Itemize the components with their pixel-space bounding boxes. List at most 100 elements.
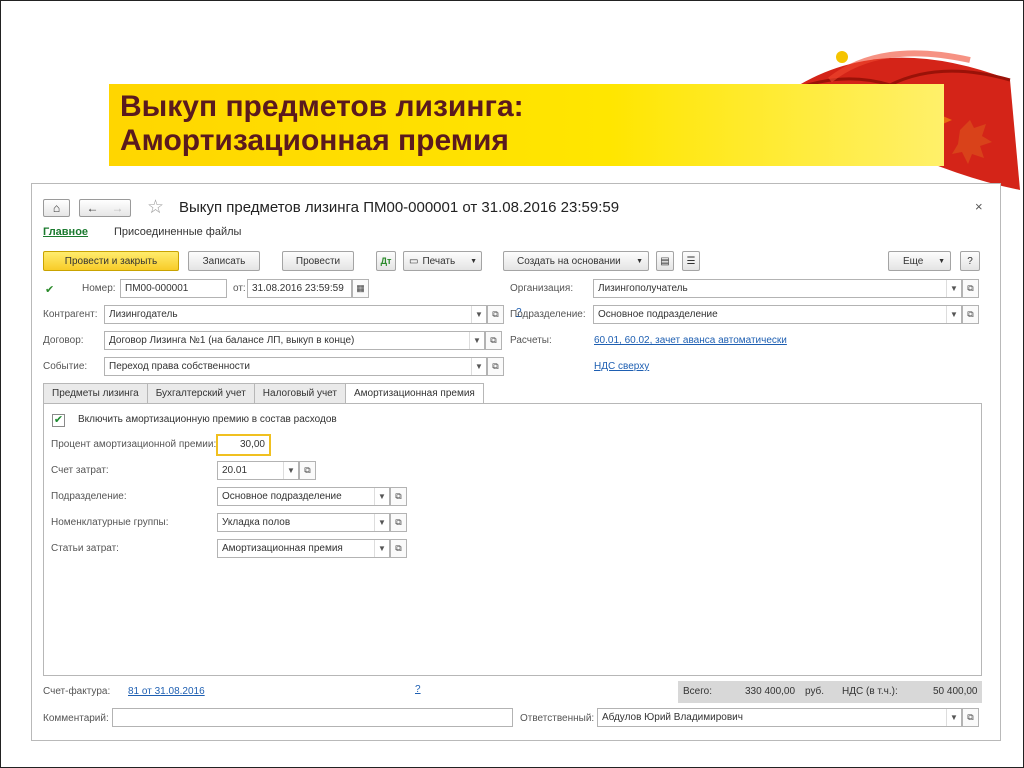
chevron-down-icon: ▼ [636,257,643,265]
counterparty-field[interactable]: Лизингодатель ▼ [104,305,487,324]
include-bonus-label: Включить амортизационную премию в состав… [78,414,337,425]
include-bonus-checkbox[interactable]: ✔ [52,414,65,427]
open-link-icon[interactable]: ⧉ [390,513,407,532]
vat-value: 50 400,00 [933,686,978,697]
print-button[interactable]: ▭ Печать ▼ [403,251,482,271]
home-button[interactable]: ⌂ [43,199,70,217]
chevron-down-icon: ▼ [470,257,477,265]
organization-value: Лизингополучатель [598,283,688,294]
event-field[interactable]: Переход права собственности ▼ [104,357,487,376]
chevron-down-icon[interactable]: ▼ [374,540,389,557]
more-label: Еще [903,255,924,267]
chevron-down-icon[interactable]: ▼ [946,280,961,297]
invoice-link[interactable]: 81 от 31.08.2016 [128,686,205,697]
chevron-down-icon[interactable]: ▼ [946,306,961,323]
open-link-icon[interactable]: ⧉ [962,305,979,324]
percent-field[interactable]: 30,00 [216,434,271,456]
total-value: 330 400,00 [745,686,796,697]
dt-kt-icon[interactable]: Дт [376,251,396,271]
department-label: Подразделение: [510,309,586,320]
date-label: от: [233,283,246,294]
department-field[interactable]: Основное подразделение ▼ [593,305,962,324]
contract-field[interactable]: Договор Лизинга №1 (на балансе ЛП, выкуп… [104,331,485,350]
help-button[interactable]: ? [960,251,980,271]
tab-accounting[interactable]: Бухгалтерский учет [146,383,255,403]
chevron-down-icon[interactable]: ▼ [469,332,484,349]
chevron-down-icon[interactable]: ▼ [946,709,961,726]
open-link-icon[interactable]: ⧉ [485,331,502,350]
chevron-down-icon[interactable]: ▼ [283,462,298,479]
nomenclature-label: Номенклатурные группы: [51,517,169,528]
date-field[interactable]: 31.08.2016 23:59:59 [247,279,352,298]
chevron-down-icon[interactable]: ▼ [374,488,389,505]
home-icon: ⌂ [52,201,61,215]
cost-items-field[interactable]: Амортизационная премия ▼ [217,539,390,558]
chevron-down-icon[interactable]: ▼ [471,358,486,375]
chevron-down-icon[interactable]: ▼ [471,306,486,323]
link-attached-files[interactable]: Присоединенные файлы [114,226,241,238]
expense-account-value: 20.01 [222,465,248,476]
organization-field[interactable]: Лизингополучатель ▼ [593,279,962,298]
post-and-close-button[interactable]: Провести и закрыть [43,251,179,271]
save-button[interactable]: Записать [188,251,260,271]
link-main[interactable]: Главное [43,226,88,238]
slide-title-line2: Амортизационная премия [120,124,509,157]
contract-label: Договор: [43,335,84,346]
create-based-on-button[interactable]: Создать на основании ▼ [503,251,649,271]
settlements-link[interactable]: 60.01, 60.02, зачет аванса автоматически [594,335,787,346]
number-label: Номер: [82,283,116,294]
chevron-down-icon[interactable]: ▼ [374,514,389,531]
open-link-icon[interactable]: ⧉ [390,487,407,506]
nav-back-forward[interactable]: ← → [79,199,131,217]
list-icon[interactable]: ☰ [682,251,700,271]
open-link-icon[interactable]: ⧉ [487,305,504,324]
event-value: Переход права собственности [109,361,250,372]
back-arrow-icon[interactable]: ← [87,201,99,215]
slide-title-line1: Выкуп предметов лизинга: [120,90,524,123]
calendar-icon[interactable]: ▦ [352,279,369,298]
tab-tax-accounting[interactable]: Налоговый учет [253,383,346,403]
vat-label: НДС (в т.ч.): [842,686,898,697]
bonus-department-value: Основное подразделение [222,491,342,502]
close-icon[interactable]: × [975,199,983,214]
post-button[interactable]: Провести [282,251,354,271]
percent-label: Процент амортизационной премии: [51,439,217,450]
responsible-field[interactable]: Абдулов Юрий Владимирович ▼ [597,708,962,727]
bonus-department-field[interactable]: Основное подразделение ▼ [217,487,390,506]
document-icon[interactable]: ▤ [656,251,674,271]
vat-on-top-link[interactable]: НДС сверху [594,361,649,372]
chevron-down-icon: ▼ [938,257,945,265]
total-label: Всего: [683,686,712,697]
number-field[interactable]: ПМ00-000001 [120,279,227,298]
print-label: Печать [422,255,456,267]
tab-bar: Предметы лизинга Бухгалтерский учет Нало… [43,383,484,404]
favorite-star-icon[interactable]: ☆ [147,196,164,219]
more-button[interactable]: Еще ▼ [888,251,951,271]
tab-leasing-items[interactable]: Предметы лизинга [43,383,148,403]
invoice-label: Счет-фактура: [43,686,111,697]
forward-arrow-icon[interactable]: → [112,201,124,215]
counterparty-label: Контрагент: [43,309,98,320]
responsible-value: Абдулов Юрий Владимирович [602,712,743,723]
organization-label: Организация: [510,283,574,294]
bonus-department-label: Подразделение: [51,491,127,502]
department-value: Основное подразделение [598,309,718,320]
comment-field[interactable] [112,708,513,727]
open-link-icon[interactable]: ⧉ [299,461,316,480]
cost-items-label: Статьи затрат: [51,543,119,554]
counterparty-value: Лизингодатель [109,309,178,320]
contract-value: Договор Лизинга №1 (на балансе ЛП, выкуп… [109,335,355,346]
open-link-icon[interactable]: ⧉ [487,357,504,376]
create-based-label: Создать на основании [517,255,621,267]
open-link-icon[interactable]: ⧉ [390,539,407,558]
slide-title: Выкуп предметов лизинга: Амортизационная… [120,90,524,158]
posted-status-icon: ✔ [45,284,55,296]
tab-depreciation-bonus[interactable]: Амортизационная премия [344,383,484,404]
nomenclature-field[interactable]: Укладка полов ▼ [217,513,390,532]
comment-label: Комментарий: [43,713,109,724]
invoice-help-link[interactable]: ? [415,684,421,695]
expense-account-field[interactable]: 20.01 ▼ [217,461,299,480]
open-link-icon[interactable]: ⧉ [962,279,979,298]
open-link-icon[interactable]: ⧉ [962,708,979,727]
depreciation-bonus-panel: ✔ Включить амортизационную премию в сост… [43,403,982,676]
